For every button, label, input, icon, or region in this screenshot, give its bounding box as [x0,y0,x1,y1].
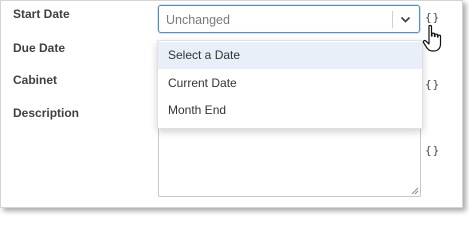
start-date-label: Start Date [13,7,70,21]
chevron-down-icon[interactable] [399,13,412,26]
description-label: Description [13,106,80,120]
start-date-value: Unchanged [166,13,230,27]
variable-brace-icon[interactable]: {} [425,11,440,24]
variable-brace-icon[interactable]: {} [425,144,440,157]
option-select-a-date[interactable]: Select a Date [158,42,422,69]
option-month-end[interactable]: Month End [158,97,422,124]
select-separator [392,11,393,28]
variable-brace-icon[interactable]: {} [425,78,440,91]
resize-grip-icon[interactable] [411,187,419,195]
cabinet-label: Cabinet [13,73,58,87]
date-dropdown-menu: Select a Date Current Date Month End [157,40,423,129]
due-date-label: Due Date [13,41,66,55]
start-date-select[interactable]: Unchanged [158,5,420,33]
hand-pointer-icon [422,24,442,52]
option-current-date[interactable]: Current Date [158,70,422,97]
form-panel: Start Date Due Date Cabinet Description … [0,0,463,208]
